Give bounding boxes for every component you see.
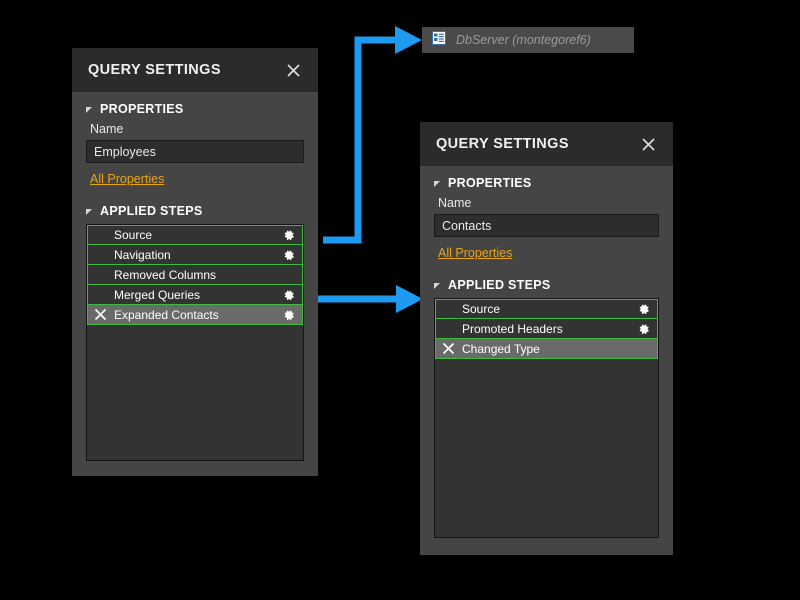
applied-step-row[interactable]: Source [87, 225, 303, 245]
applied-steps-section-label: APPLIED STEPS [448, 278, 551, 292]
properties-section-header[interactable]: PROPERTIES [86, 102, 304, 116]
applied-steps-list: Source Navigation Removed Columns [86, 224, 304, 461]
gear-icon[interactable] [282, 308, 296, 322]
chevron-collapse-icon [434, 283, 440, 289]
gear-icon[interactable] [637, 302, 651, 316]
properties-section-label: PROPERTIES [448, 176, 532, 190]
applied-step-label: Source [456, 302, 637, 316]
applied-step-row[interactable]: Promoted Headers [435, 319, 658, 339]
panel-body: PROPERTIES Name All Properties APPLIED S… [420, 166, 673, 538]
panel-header: QUERY SETTINGS [72, 48, 318, 92]
applied-step-row[interactable]: Navigation [87, 245, 303, 265]
name-field-label: Name [438, 196, 659, 210]
applied-step-label: Source [108, 228, 282, 242]
properties-section-label: PROPERTIES [100, 102, 184, 116]
database-server-icon [432, 31, 446, 50]
panel-header: QUERY SETTINGS [420, 122, 673, 166]
applied-step-label: Removed Columns [108, 268, 282, 282]
applied-steps-section-header[interactable]: APPLIED STEPS [434, 278, 659, 292]
arrow-source-to-dbserver [323, 26, 422, 240]
applied-step-label: Expanded Contacts [108, 308, 282, 322]
applied-step-label: Navigation [108, 248, 282, 262]
applied-step-label: Promoted Headers [456, 322, 637, 336]
gear-icon[interactable] [637, 322, 651, 336]
all-properties-link[interactable]: All Properties [90, 172, 164, 186]
gear-icon[interactable] [282, 248, 296, 262]
delete-step-icon[interactable] [440, 343, 456, 354]
applied-step-row-selected[interactable]: Expanded Contacts [87, 305, 303, 325]
arrow-merged-to-contacts [316, 285, 423, 313]
name-input[interactable] [86, 140, 304, 163]
applied-steps-section-header[interactable]: APPLIED STEPS [86, 204, 304, 218]
dbserver-tooltip: DbServer (montegoref6) [422, 27, 634, 53]
dbserver-tooltip-label: DbServer (montegoref6) [456, 33, 591, 47]
chevron-collapse-icon [86, 107, 92, 113]
applied-step-row[interactable]: Source [435, 299, 658, 319]
query-settings-panel-employees: QUERY SETTINGS PROPERTIES Name All Prope… [72, 48, 318, 476]
applied-step-row[interactable]: Removed Columns [87, 265, 303, 285]
applied-step-row-selected[interactable]: Changed Type [435, 339, 658, 359]
chevron-collapse-icon [86, 209, 92, 215]
applied-step-label: Changed Type [456, 342, 637, 356]
page-title: QUERY SETTINGS [436, 136, 569, 152]
properties-section-header[interactable]: PROPERTIES [434, 176, 659, 190]
name-input[interactable] [434, 214, 659, 237]
gear-icon[interactable] [282, 288, 296, 302]
query-settings-panel-contacts: QUERY SETTINGS PROPERTIES Name All Prope… [420, 122, 673, 555]
delete-step-icon[interactable] [92, 309, 108, 320]
close-icon[interactable] [282, 59, 304, 81]
applied-step-label: Merged Queries [108, 288, 282, 302]
close-icon[interactable] [637, 133, 659, 155]
page-title: QUERY SETTINGS [88, 62, 221, 78]
all-properties-link[interactable]: All Properties [438, 246, 512, 260]
gear-icon[interactable] [282, 228, 296, 242]
chevron-collapse-icon [434, 181, 440, 187]
name-field-label: Name [90, 122, 304, 136]
applied-steps-list: Source Promoted Headers Changed Type [434, 298, 659, 538]
panel-body: PROPERTIES Name All Properties APPLIED S… [72, 92, 318, 461]
applied-step-row[interactable]: Merged Queries [87, 285, 303, 305]
applied-steps-section-label: APPLIED STEPS [100, 204, 203, 218]
